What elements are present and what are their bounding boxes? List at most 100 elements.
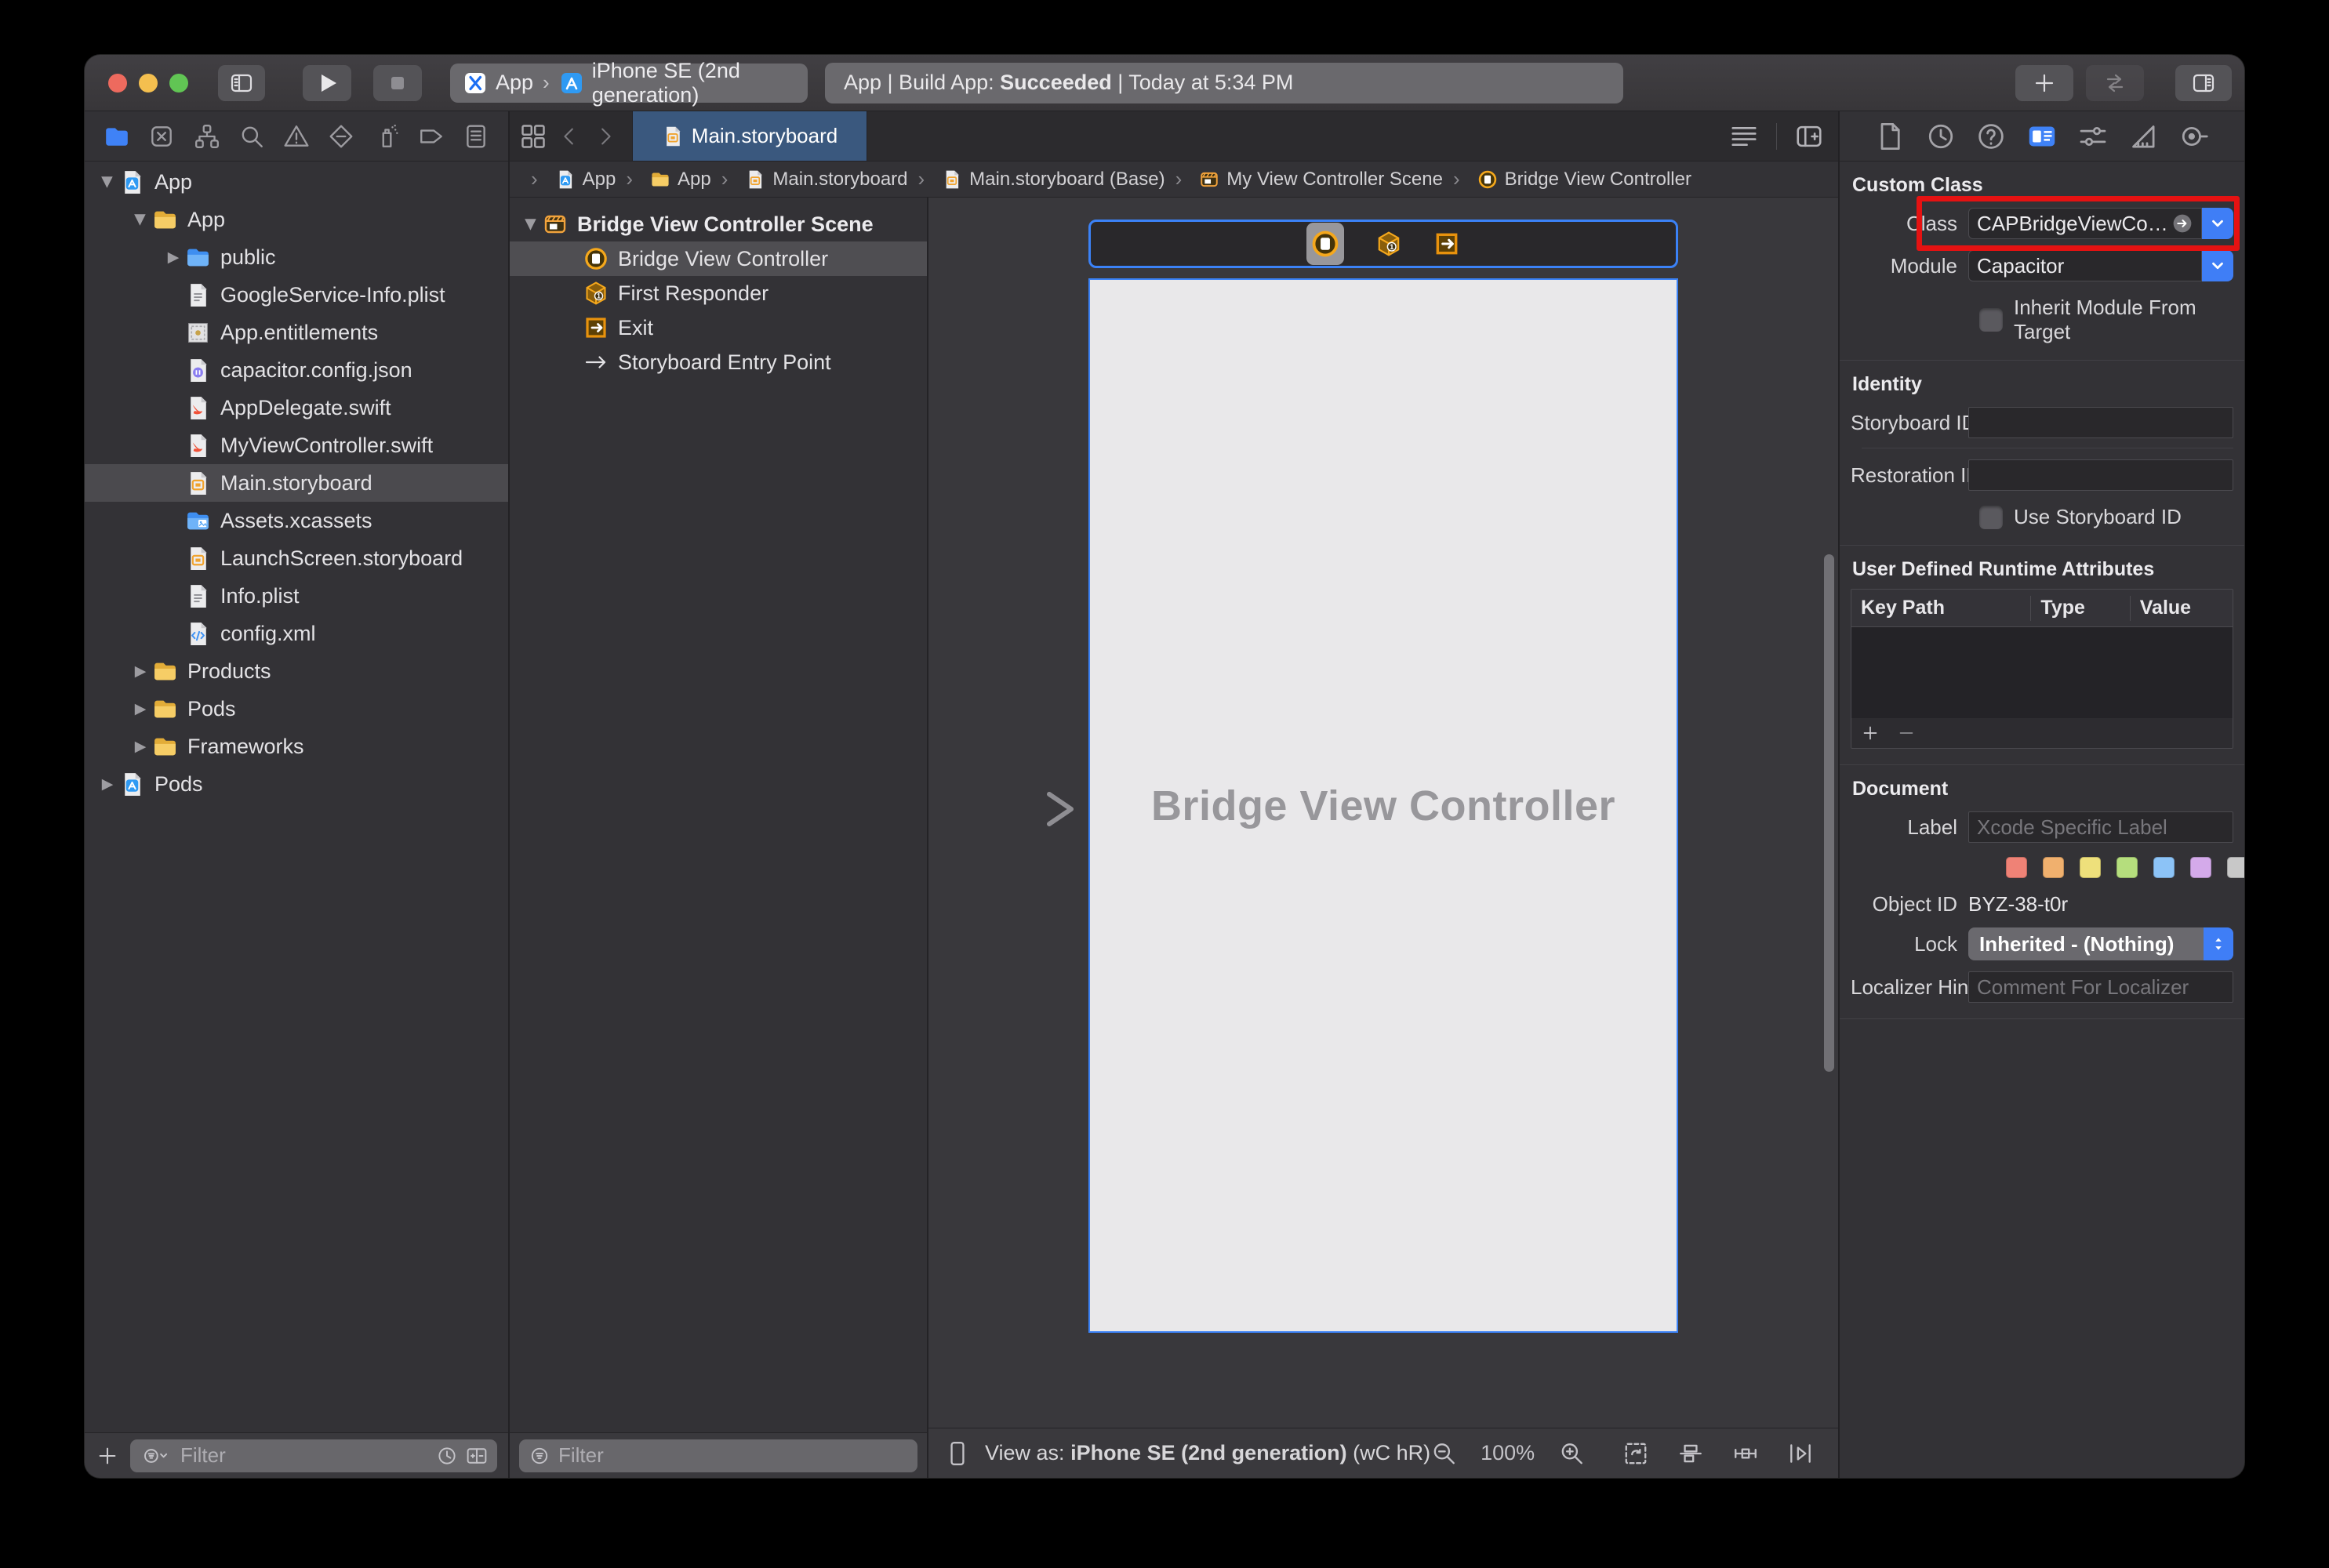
zoom-level[interactable]: 100% (1481, 1441, 1535, 1465)
minimize-window-button[interactable] (139, 74, 158, 93)
use-storyboard-id-checkbox[interactable] (1979, 506, 2003, 529)
scheme-selector[interactable]: App › iPhone SE (2nd generation) (450, 64, 808, 103)
file-tree-row[interactable]: ▶ config.xml (85, 615, 508, 652)
forward-chevron-icon[interactable] (593, 125, 616, 148)
module-field[interactable]: Capacitor (1968, 250, 2202, 281)
test-navigator-tab[interactable] (328, 123, 354, 150)
source-control-navigator-tab[interactable] (148, 123, 175, 150)
breakpoint-navigator-tab[interactable] (418, 123, 445, 150)
class-field[interactable]: CAPBridgeViewControl… (1968, 208, 2202, 239)
file-tree-row[interactable]: ▶ App.entitlements (85, 314, 508, 351)
add-attribute-button[interactable] (1861, 724, 1880, 742)
scm-status-filter-icon[interactable] (466, 1445, 488, 1467)
breadcrumb[interactable]: Main.storyboard (Base) (908, 167, 1165, 191)
view-controller-frame[interactable]: Bridge View Controller (1088, 278, 1678, 1333)
disclosure-triangle-icon[interactable]: ▶ (132, 208, 150, 231)
fullscreen-window-button[interactable] (169, 74, 188, 93)
file-tree-row[interactable]: ▶ LaunchScreen.storyboard (85, 539, 508, 577)
color-swatch[interactable] (2080, 857, 2101, 878)
zoom-in-icon[interactable] (1558, 1440, 1585, 1467)
debug-navigator-tab[interactable] (373, 123, 400, 150)
outline-row[interactable]: ▶ Storyboard Entry Point (510, 345, 927, 379)
tab-main-storyboard[interactable]: Main.storyboard (632, 111, 867, 161)
file-tree-row[interactable]: ▶ public (85, 238, 508, 276)
color-swatch[interactable] (2116, 857, 2138, 878)
library-button[interactable] (2015, 65, 2073, 101)
toggle-inspectors-button[interactable] (2175, 65, 2232, 101)
file-tree-row[interactable]: ▶ MyViewController.swift (85, 426, 508, 464)
disclosure-triangle-icon[interactable]: ▶ (162, 249, 185, 267)
exit-icon[interactable] (1433, 230, 1460, 257)
file-tree-row[interactable]: ▶ Pods (85, 690, 508, 728)
update-frames-icon[interactable] (1622, 1440, 1649, 1467)
file-tree-row[interactable]: ▶ App (85, 163, 508, 201)
close-window-button[interactable] (108, 74, 127, 93)
project-navigator-tab[interactable] (104, 123, 130, 150)
file-tree-row[interactable]: ▶ capacitor.config.json (85, 351, 508, 389)
outline-row[interactable]: ▶ Bridge View Controller Scene (510, 207, 927, 241)
attributes-inspector-tab[interactable] (2077, 121, 2109, 152)
color-swatch[interactable] (2043, 857, 2064, 878)
storyboard-id-field[interactable] (1968, 407, 2233, 438)
breadcrumb[interactable]: Main.storyboard (711, 167, 908, 191)
file-tree-row[interactable]: ▶ Pods (85, 765, 508, 803)
breadcrumb[interactable]: App (521, 167, 616, 191)
stop-button[interactable] (373, 65, 422, 101)
report-navigator-tab[interactable] (463, 123, 489, 150)
add-constraints-icon[interactable] (1732, 1440, 1759, 1467)
toggle-navigator-button[interactable] (218, 65, 265, 101)
color-swatch[interactable] (2190, 857, 2211, 878)
zoom-out-icon[interactable] (1430, 1440, 1457, 1467)
canvas-content[interactable]: 1 Bridge View Controller (928, 198, 1838, 1428)
color-swatch[interactable] (2153, 857, 2175, 878)
navigator-filter-field[interactable]: Filter (130, 1439, 497, 1472)
outline-row[interactable]: ▶ Bridge View Controller (510, 241, 927, 276)
file-tree-row[interactable]: ▶ GoogleService-Info.plist (85, 276, 508, 314)
identity-inspector-tab-active[interactable] (2026, 121, 2058, 152)
outline-filter-field[interactable]: Filter (519, 1439, 917, 1472)
file-inspector-tab[interactable] (1874, 121, 1906, 152)
connections-inspector-tab[interactable] (2178, 121, 2210, 152)
disclosure-triangle-icon[interactable]: ▶ (99, 170, 117, 194)
resolve-autolayout-icon[interactable] (1787, 1440, 1814, 1467)
remove-attribute-button[interactable] (1897, 724, 1916, 742)
localizer-hint-field[interactable]: Comment For Localizer (1968, 971, 2233, 1003)
recent-files-icon[interactable] (436, 1445, 458, 1467)
file-tree-row[interactable]: ▶ Assets.xcassets (85, 502, 508, 539)
size-inspector-tab[interactable] (2127, 121, 2159, 152)
dock-view-controller-selected[interactable] (1306, 223, 1344, 265)
history-inspector-tab[interactable] (1925, 121, 1957, 152)
file-tree-row[interactable]: ▶ AppDelegate.swift (85, 389, 508, 426)
run-button[interactable] (303, 65, 351, 101)
code-review-button[interactable] (2086, 65, 2144, 101)
file-tree-row[interactable]: ▶ Products (85, 652, 508, 690)
find-navigator-tab[interactable] (238, 123, 265, 150)
first-responder-icon[interactable]: 1 (1375, 230, 1402, 257)
storyboard-entry-point-arrow[interactable] (933, 792, 1090, 826)
breadcrumb[interactable]: App (616, 167, 710, 191)
jump-to-class-icon[interactable] (2171, 212, 2193, 234)
disclosure-triangle-icon[interactable]: ▶ (129, 700, 152, 718)
add-file-icon[interactable] (96, 1444, 119, 1468)
align-icon[interactable] (1677, 1440, 1704, 1467)
canvas-scrollbar-thumb[interactable] (1824, 554, 1834, 1072)
disclosure-triangle-icon[interactable]: ▶ (129, 738, 152, 756)
symbol-navigator-tab[interactable] (194, 123, 220, 150)
help-inspector-tab[interactable] (1975, 121, 2007, 152)
breadcrumb[interactable]: Bridge View Controller (1443, 167, 1691, 191)
outline-row[interactable]: ▶ 1 First Responder (510, 276, 927, 310)
breadcrumb[interactable]: My View Controller Scene (1165, 167, 1443, 191)
disclosure-triangle-icon[interactable]: ▶ (522, 212, 540, 236)
disclosure-triangle-icon[interactable]: ▶ (129, 662, 152, 681)
editor-options-icon[interactable] (1729, 122, 1759, 151)
restoration-id-field[interactable] (1968, 459, 2233, 491)
module-dropdown-button[interactable] (2202, 250, 2233, 281)
device-icon[interactable] (944, 1438, 971, 1469)
lock-popup[interactable]: Inherited - (Nothing) (1968, 927, 2233, 960)
file-tree-row[interactable]: ▶ Main.storyboard (85, 464, 508, 502)
related-items-icon[interactable] (519, 122, 547, 151)
color-swatch[interactable] (2006, 857, 2027, 878)
back-chevron-icon[interactable] (558, 125, 582, 148)
issue-navigator-tab[interactable] (283, 123, 310, 150)
class-dropdown-button[interactable] (2202, 208, 2233, 239)
